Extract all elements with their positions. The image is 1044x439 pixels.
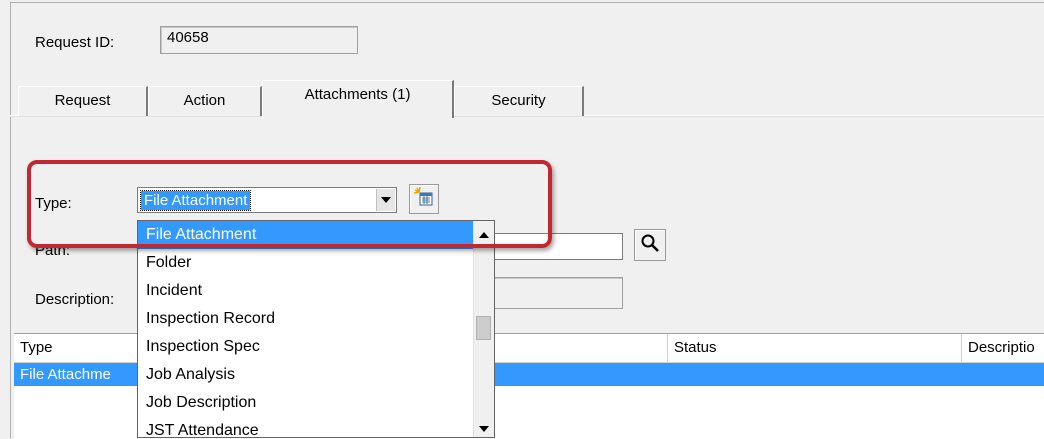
tab-attachments-label: Attachments (1) [304, 86, 411, 103]
tab-security[interactable]: Security [454, 86, 584, 116]
request-id-field: 40658 [160, 26, 358, 54]
list-item[interactable]: Inspection Record [138, 305, 494, 333]
new-attachment-icon [413, 186, 434, 211]
request-id-value: 40658 [167, 29, 209, 46]
scrollbar-thumb[interactable] [476, 316, 491, 340]
chevron-down-icon[interactable] [474, 419, 494, 437]
tab-request-label: Request [54, 92, 111, 109]
dropdown-scrollbar[interactable] [473, 221, 494, 437]
panel-left-border [10, 2, 11, 438]
type-combobox-value: File Attachment [139, 190, 252, 211]
request-id-label: Request ID: [35, 34, 115, 51]
new-attachment-button[interactable] [409, 184, 439, 214]
tab-action-label: Action [183, 92, 226, 109]
list-item[interactable]: Job Description [138, 389, 494, 417]
list-item[interactable]: Inspection Spec [138, 333, 494, 361]
chevron-up-icon[interactable] [474, 225, 494, 245]
tab-security-label: Security [491, 92, 546, 109]
chevron-down-icon[interactable] [376, 189, 395, 211]
type-label: Type: [35, 195, 72, 212]
path-label: Path: [35, 242, 71, 259]
type-dropdown-list[interactable]: File Attachment Folder Incident Inspecti… [137, 220, 495, 438]
tab-attachments[interactable]: Attachments (1) [262, 80, 454, 118]
column-description[interactable]: Descriptio [962, 334, 1044, 362]
tab-request[interactable]: Request [18, 86, 148, 116]
list-item[interactable]: Folder [138, 249, 494, 277]
type-combobox[interactable]: File Attachment [137, 187, 397, 213]
panel-top-border [10, 2, 1044, 3]
list-item[interactable]: Job Analysis [138, 361, 494, 389]
tab-strip-line-shadow [10, 116, 1044, 117]
list-item[interactable]: Incident [138, 277, 494, 305]
table-cell-type: File Attachme [20, 366, 111, 383]
column-status[interactable]: Status [668, 334, 962, 362]
list-item[interactable]: JST Attendance [138, 417, 494, 437]
search-icon [640, 233, 660, 257]
tab-action[interactable]: Action [148, 86, 262, 116]
description-label: Description: [35, 291, 115, 308]
browse-path-button[interactable] [634, 229, 666, 261]
list-item[interactable]: File Attachment [138, 221, 494, 249]
